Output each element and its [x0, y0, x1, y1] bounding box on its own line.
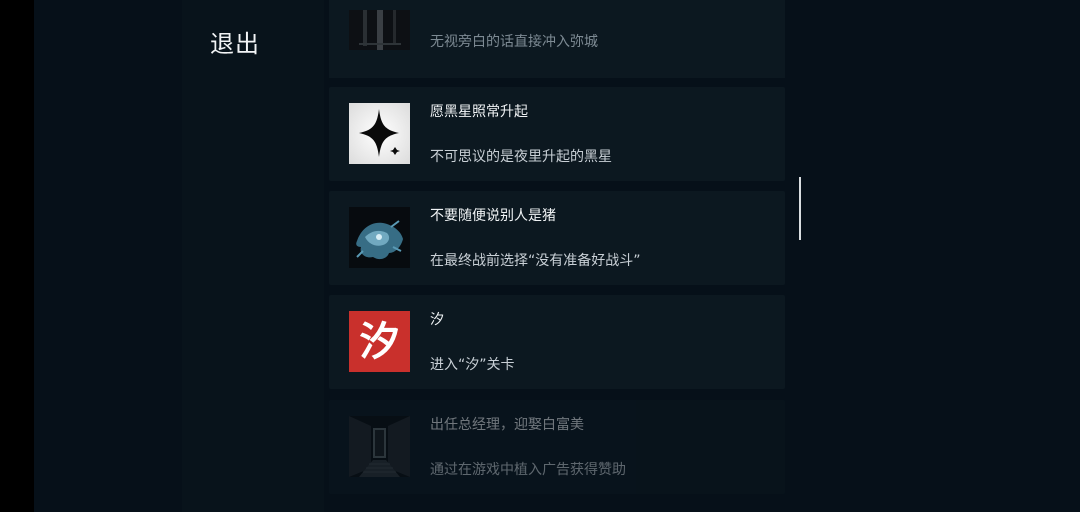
achievement-description: 不可思议的是夜里升起的黑星 [430, 149, 612, 165]
achievement-title: 不要随便说别人是猪 [430, 208, 556, 224]
achievement-description: 无视旁白的话直接冲入弥城 [430, 34, 598, 50]
right-edge [1048, 0, 1080, 512]
achievement-title: 汐 [430, 312, 444, 328]
red-xi-icon: 汐 [349, 311, 410, 372]
left-panel [182, 0, 324, 512]
exit-button[interactable]: 退出 [210, 24, 260, 59]
door-corridor-icon [349, 416, 410, 477]
achievement-description: 在最终战前选择“没有准备好战斗” [430, 253, 641, 269]
xi-glyph: 汐 [359, 317, 400, 365]
achievement-list[interactable]: 无视旁白的话直接冲入弥城 愿黑星照常升起 不可思议的是夜里升起的黑星 不要随便说… [329, 0, 785, 512]
achievement-card[interactable]: 出任总经理，迎娶白富美 通过在游戏中植入广告获得赞助 [329, 400, 785, 494]
achievement-card[interactable]: 不要随便说别人是猪 在最终战前选择“没有准备好战斗” [329, 191, 785, 285]
achievement-card[interactable]: 无视旁白的话直接冲入弥城 [329, 0, 785, 78]
blue-creature-icon [349, 207, 410, 268]
left-black-edge [0, 0, 34, 512]
scrollbar-thumb[interactable] [799, 177, 801, 240]
achievement-description: 进入“汐”关卡 [430, 357, 515, 373]
achievement-title: 出任总经理，迎娶白富美 [430, 417, 584, 433]
black-star-icon [349, 103, 410, 164]
achievement-card[interactable]: 汐 汐 进入“汐”关卡 [329, 295, 785, 389]
tower-image-icon [349, 10, 410, 50]
achievement-card[interactable]: 愿黑星照常升起 不可思议的是夜里升起的黑星 [329, 87, 785, 181]
achievement-title: 愿黑星照常升起 [430, 104, 528, 120]
achievement-description: 通过在游戏中植入广告获得赞助 [430, 462, 626, 478]
